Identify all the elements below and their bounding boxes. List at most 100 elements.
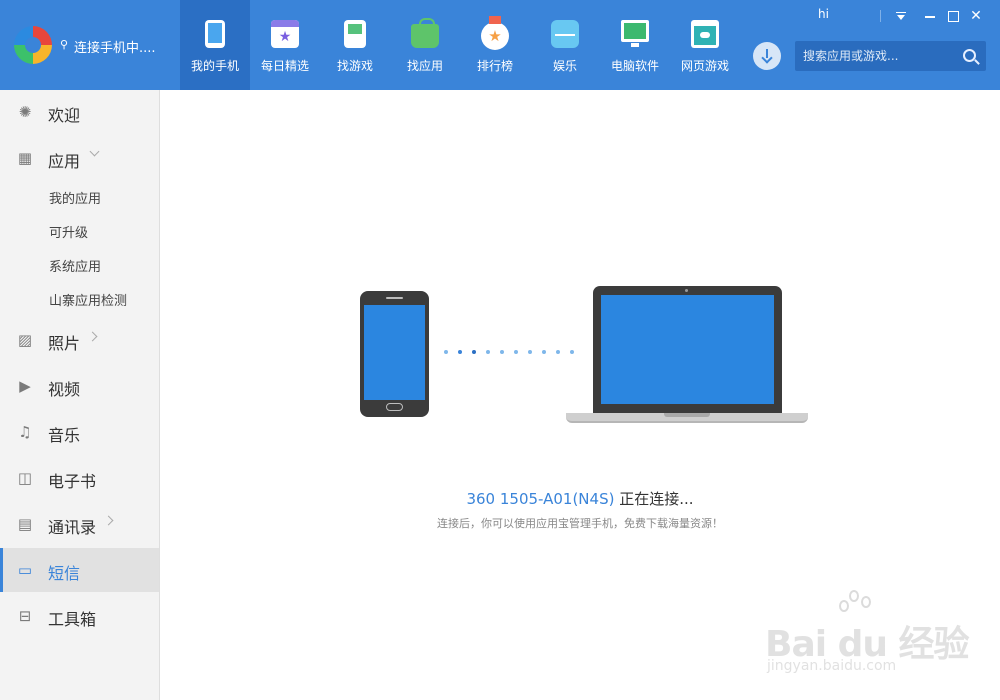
chevron-right-icon <box>87 331 98 342</box>
chevron-right-icon <box>103 515 114 526</box>
connection-dot <box>472 350 476 354</box>
sidebar-sub-upgradable[interactable]: 可升级 <box>49 222 88 242</box>
connection-dot <box>542 350 546 354</box>
tab-label: 每日精选 <box>260 59 309 73</box>
maximize-icon[interactable] <box>945 8 961 24</box>
baidu-watermark: Bai du 经验 jingyan.baidu.com <box>765 590 995 680</box>
contacts-icon: ▤ <box>17 515 33 533</box>
android-bag-icon <box>411 18 439 48</box>
connection-status: 360 1505-A01(N4S) 正在连接... <box>160 488 1000 509</box>
connection-dot <box>570 350 574 354</box>
connection-dot <box>556 350 560 354</box>
connection-dots <box>444 350 574 356</box>
tab-my-phone[interactable]: 我的手机 <box>180 0 250 90</box>
sidebar-item-ebook[interactable]: ◫ 电子书 <box>0 456 159 500</box>
laptop-base <box>566 413 808 423</box>
tab-label: 排行榜 <box>476 59 513 73</box>
sidebar-item-label: 音乐 <box>48 426 81 445</box>
connection-dot <box>514 350 518 354</box>
phone-icon <box>205 20 225 48</box>
sidebar-item-sms[interactable]: ▭ 短信 <box>0 548 159 592</box>
chevron-down-icon <box>89 146 100 157</box>
sidebar-item-label: 电子书 <box>48 472 97 491</box>
search-input[interactable] <box>795 41 955 71</box>
tab-label: 我的手机 <box>190 59 239 73</box>
connection-dot <box>528 350 532 354</box>
sidebar-item-label: 照片 <box>48 334 81 353</box>
tab-find-apps[interactable]: 找应用 <box>390 0 460 90</box>
tab-daily-picks[interactable]: 每日精选 <box>250 0 320 90</box>
sidebar-item-apps[interactable]: ▦ 应用 <box>0 136 159 180</box>
laptop-notch <box>664 413 710 417</box>
sidebar-item-toolbox[interactable]: ⊟ 工具箱 <box>0 594 159 638</box>
user-greeting[interactable]: hi <box>818 7 829 21</box>
connection-dot <box>444 350 448 354</box>
message-icon: ▭ <box>17 561 33 579</box>
video-icon: ▶ <box>19 377 31 395</box>
calendar-star-icon <box>271 20 299 48</box>
sidebar-item-label: 欢迎 <box>48 106 81 125</box>
play-box-icon <box>551 20 579 48</box>
tab-web-games[interactable]: 网页游戏 <box>670 0 740 90</box>
sidebar-item-label: 通讯录 <box>48 518 97 537</box>
sidebar-item-photos[interactable]: ▨ 照片 <box>0 318 159 362</box>
menu-dropdown-icon[interactable] <box>893 8 909 24</box>
sidebar-sub-my-apps[interactable]: 我的应用 <box>49 188 101 208</box>
minimize-icon[interactable] <box>922 8 938 24</box>
usb-icon: ⚲ <box>60 38 69 51</box>
divider <box>880 10 881 22</box>
tab-entertainment[interactable]: 娱乐 <box>530 0 600 90</box>
monitor-windows-icon <box>621 20 649 47</box>
book-icon: ◫ <box>17 469 33 487</box>
gamepad-icon <box>344 20 366 48</box>
music-note-icon: ♫ <box>18 423 32 441</box>
sidebar-item-label: 短信 <box>48 564 81 583</box>
connecting-text: 正在连接... <box>614 490 694 508</box>
connection-dot <box>486 350 490 354</box>
device-name: 360 1505-A01(N4S) <box>466 490 615 508</box>
phone-screen <box>364 305 425 400</box>
main-nav: 我的手机 每日精选 找游戏 找应用 排行榜 娱乐 电脑软件 网页游戏 <box>180 0 740 90</box>
toolbox-icon: ⊟ <box>18 607 32 625</box>
watermark-url: jingyan.baidu.com <box>767 658 897 674</box>
tab-label: 找应用 <box>406 59 443 73</box>
welcome-icon: ✺ <box>18 103 32 121</box>
brand-area[interactable]: ⚲ 连接手机中.... <box>0 0 180 90</box>
tab-label: 娱乐 <box>552 59 577 73</box>
sidebar-item-music[interactable]: ♫ 音乐 <box>0 410 159 454</box>
laptop-illustration <box>593 286 782 414</box>
medal-icon <box>481 16 509 50</box>
connection-dot <box>500 350 504 354</box>
connection-hint: 连接后，你可以使用应用宝管理手机，免费下载海量资源！ <box>437 517 723 530</box>
laptop-camera <box>685 289 688 292</box>
phone-speaker <box>386 297 403 299</box>
search-box <box>795 41 986 71</box>
phone-home-button <box>386 403 403 411</box>
tab-label: 网页游戏 <box>680 59 729 73</box>
tab-pc-software[interactable]: 电脑软件 <box>600 0 670 90</box>
phone-illustration <box>360 291 429 417</box>
search-icon[interactable] <box>963 49 976 62</box>
download-manager-button[interactable] <box>753 42 781 70</box>
sidebar-item-contacts[interactable]: ▤ 通讯录 <box>0 502 159 546</box>
sidebar-sub-system-apps[interactable]: 系统应用 <box>49 256 101 276</box>
laptop-screen <box>601 295 774 404</box>
tab-find-games[interactable]: 找游戏 <box>320 0 390 90</box>
grid-icon: ▦ <box>17 149 33 167</box>
tab-label: 电脑软件 <box>610 59 659 73</box>
connection-dot <box>458 350 462 354</box>
image-icon: ▨ <box>17 331 33 349</box>
sidebar-item-video[interactable]: ▶ 视频 <box>0 364 159 408</box>
browser-game-icon <box>691 20 719 48</box>
connection-status-label: 连接手机中.... <box>74 41 156 56</box>
sidebar: ✺ 欢迎 ▦ 应用 我的应用 可升级 系统应用 山寨应用检测 ▨ 照片 ▶ 视频… <box>0 90 160 700</box>
tab-label: 找游戏 <box>336 59 373 73</box>
app-logo-icon <box>14 26 52 64</box>
sidebar-item-label: 工具箱 <box>48 610 97 629</box>
tab-rankings[interactable]: 排行榜 <box>460 0 530 90</box>
sidebar-item-label: 应用 <box>48 152 81 171</box>
close-icon[interactable]: ✕ <box>968 8 984 24</box>
sidebar-item-welcome[interactable]: ✺ 欢迎 <box>0 90 159 134</box>
top-header: ⚲ 连接手机中.... 我的手机 每日精选 找游戏 找应用 排行榜 娱乐 <box>0 0 1000 90</box>
sidebar-sub-fake-app-check[interactable]: 山寨应用检测 <box>49 290 127 310</box>
